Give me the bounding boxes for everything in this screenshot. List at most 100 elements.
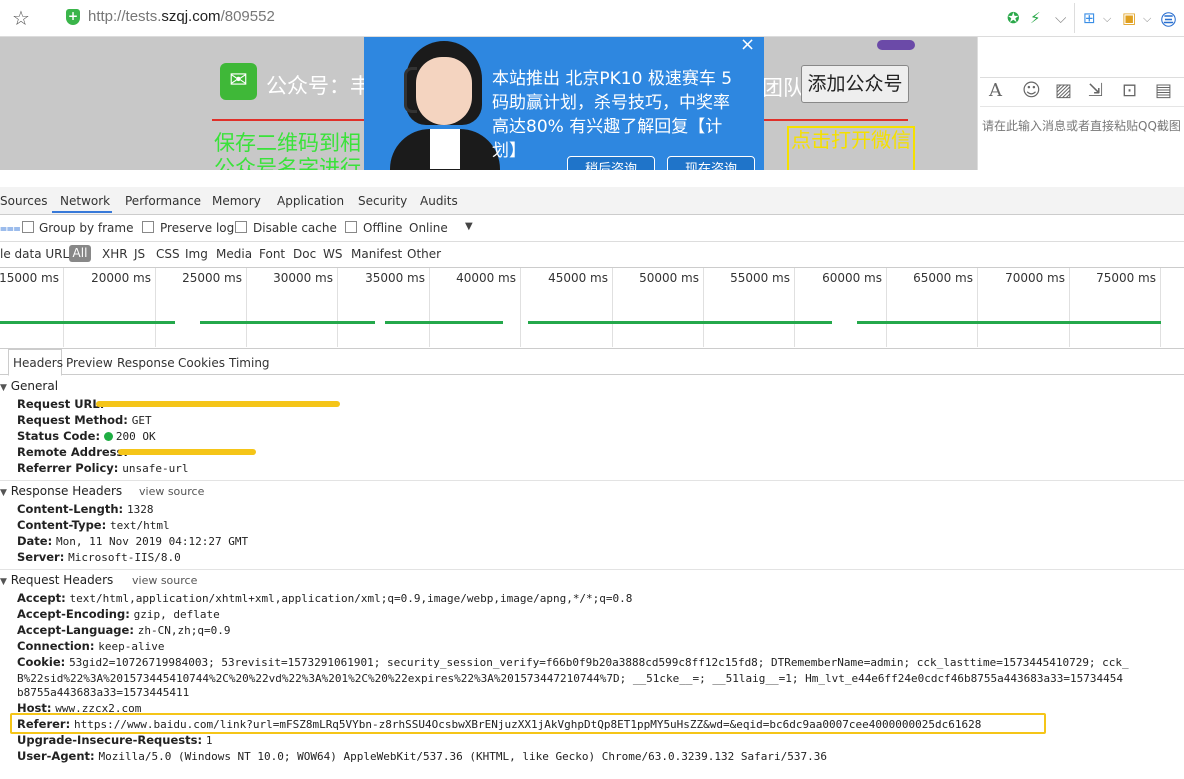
url-path: /809552 [220, 8, 275, 25]
apps-icon[interactable]: ⊞ [1083, 9, 1096, 27]
offline-checkbox[interactable] [345, 221, 357, 233]
subtab-cookies[interactable]: Cookies [178, 356, 225, 370]
subtab-response[interactable]: Response [117, 356, 175, 370]
request-headers-header[interactable]: ▼ Request Headers [0, 573, 113, 587]
collapse-triangle-icon: ▼ [0, 383, 7, 393]
filter-ws[interactable]: WS [323, 247, 342, 261]
chevron-down-icon[interactable]: ⌵ [1055, 9, 1066, 27]
filter-js[interactable]: JS [134, 247, 145, 261]
secure-shield-icon: + [66, 9, 80, 25]
filter-font[interactable]: Font [259, 247, 285, 261]
filter-img[interactable]: Img [185, 247, 208, 261]
filter-xhr[interactable]: XHR [102, 247, 128, 261]
team-label: 团队 [762, 76, 804, 100]
general-section-header[interactable]: ▼ General [0, 379, 58, 393]
filter-doc[interactable]: Doc [293, 247, 316, 261]
timeline-tick-label: 75000 ms [1096, 271, 1156, 285]
redacted-address [118, 449, 256, 455]
timeline-tick-label: 30000 ms [273, 271, 333, 285]
request-method-row: Request Method: GET [17, 413, 152, 427]
timeline-gridline [429, 268, 430, 347]
tab-network[interactable]: Network [60, 194, 110, 208]
throttle-select[interactable]: Online [409, 221, 448, 235]
cookie-row-cont: b8755a443683a33=1573445411 [17, 686, 190, 699]
popup-message: 本站推出 北京PK10 极速赛车 5码助赢计划，杀号技巧，中奖率高达80% 有兴… [492, 69, 733, 161]
timeline-gridline [703, 268, 704, 347]
emoji-icon[interactable]: ☺ [1022, 80, 1041, 101]
preserve-log-checkbox[interactable] [142, 221, 154, 233]
section-divider [0, 480, 1184, 481]
refresh-icon[interactable]: ✪ [1007, 9, 1020, 27]
filter-css[interactable]: CSS [156, 247, 180, 261]
timeline-request-bar [385, 321, 503, 324]
tab-sources[interactable]: Sources [0, 194, 47, 208]
tab-security[interactable]: Security [358, 194, 407, 208]
referer-row: Referer: https://www.baidu.com/link?url=… [17, 717, 982, 731]
tab-audits[interactable]: Audits [420, 194, 458, 208]
agent-collar [430, 129, 460, 169]
address-bar[interactable]: http://tests.szqj.com/809552 [88, 8, 275, 25]
tab-memory[interactable]: Memory [212, 194, 261, 208]
hide-data-urls-label[interactable]: le data URLs [0, 247, 75, 261]
request-view-source-link[interactable]: view source [132, 574, 197, 587]
timeline-gridline [977, 268, 978, 347]
subtab-timing[interactable]: Timing [229, 356, 270, 370]
redacted-url [96, 401, 340, 407]
open-wechat-link[interactable]: 点击打开微信 [787, 126, 915, 170]
decorative-shape [877, 40, 915, 50]
timeline-tick-label: 35000 ms [365, 271, 425, 285]
apps-dropdown-icon[interactable]: ⌵ [1103, 12, 1111, 26]
response-view-source-link[interactable]: view source [139, 485, 204, 498]
history-icon[interactable]: ▤ [1155, 80, 1172, 101]
extension-dropdown-icon[interactable]: ⌵ [1143, 12, 1151, 26]
timeline-tick-label: 70000 ms [1005, 271, 1065, 285]
chat-input[interactable]: 请在此输入消息或者直接粘贴QQ截图 [982, 117, 1181, 134]
ad-popup: × 本站推出 北京PK10 极速赛车 5码助赢计划，杀号技巧，中奖率高达80% … [364, 37, 764, 170]
filter-toggle-icon[interactable]: ⩶ [0, 221, 21, 236]
subtab-preview[interactable]: Preview [66, 356, 113, 370]
extension-icon[interactable]: ▣ [1122, 9, 1136, 27]
tab-performance[interactable]: Performance [125, 194, 201, 208]
filter-manifest[interactable]: Manifest [351, 247, 402, 261]
active-tab-indicator [52, 211, 112, 213]
group-by-frame-checkbox[interactable] [22, 221, 34, 233]
timeline-gridline [794, 268, 795, 347]
screenshot-icon[interactable]: ⇲ [1088, 80, 1103, 101]
section-divider [0, 569, 1184, 570]
throttle-dropdown-icon[interactable]: ▼ [465, 221, 473, 232]
timeline-request-bar [200, 321, 375, 324]
header-row: Date: Mon, 11 Nov 2019 04:12:27 GMT [17, 534, 249, 548]
font-icon[interactable]: A [989, 80, 1002, 101]
header-row: Upgrade-Insecure-Requests: 1 [17, 733, 213, 747]
disable-cache-checkbox[interactable] [235, 221, 247, 233]
consult-now-button[interactable]: 现在咨询 [667, 156, 755, 170]
header-row: Content-Length: 1328 [17, 502, 154, 516]
header-row: Accept: text/html,application/xhtml+xml,… [17, 591, 633, 605]
consult-later-button[interactable]: 稍后咨询 [567, 156, 655, 170]
image-icon[interactable]: ▨ [1055, 80, 1072, 101]
timeline-tick-label: 55000 ms [730, 271, 790, 285]
close-icon[interactable]: × [740, 37, 755, 55]
lightning-icon[interactable]: ⚡ [1030, 9, 1041, 27]
response-headers-header[interactable]: ▼ Response Headers [0, 484, 122, 498]
file-icon[interactable]: ⊡ [1122, 80, 1137, 101]
filter-all[interactable]: All [69, 245, 91, 262]
browser-logo-icon[interactable]: ㊂ [1161, 9, 1176, 30]
header-row: Accept-Encoding: gzip, deflate [17, 607, 220, 621]
timeline-tick-label: 50000 ms [639, 271, 699, 285]
filter-other[interactable]: Other [407, 247, 441, 261]
status-code-row: Status Code: 200 OK [17, 429, 156, 443]
add-account-button[interactable]: 添加公众号 [801, 65, 909, 103]
headset-icon [404, 67, 417, 113]
timeline-gridline [155, 268, 156, 347]
tab-application[interactable]: Application [277, 194, 344, 208]
subtab-headers[interactable]: Headers [13, 356, 63, 370]
timeline-request-bar [0, 321, 175, 324]
timeline-tick-label: 20000 ms [91, 271, 151, 285]
bookmark-star-icon[interactable]: ☆ [12, 6, 30, 30]
wechat-icon: ✉ [220, 63, 257, 100]
timeline-gridline [612, 268, 613, 347]
disable-cache-label: Disable cache [253, 221, 337, 235]
filter-media[interactable]: Media [216, 247, 252, 261]
remote-address-row: Remote Address: [17, 445, 128, 459]
